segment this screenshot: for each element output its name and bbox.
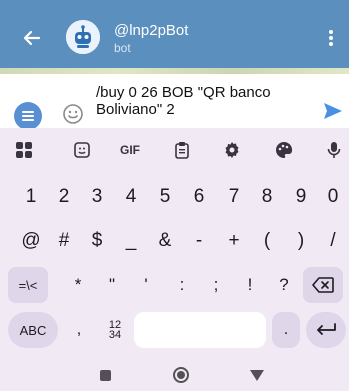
key-dollar[interactable]: $ <box>82 222 112 260</box>
abc-key[interactable]: ABC <box>8 312 58 348</box>
emoji-icon[interactable] <box>62 103 84 125</box>
key-1[interactable]: 1 <box>16 178 46 216</box>
key-single-quote[interactable]: ' <box>131 266 161 304</box>
key-slash[interactable]: / <box>318 222 348 260</box>
key-6[interactable]: 6 <box>184 178 214 216</box>
key-exclamation[interactable]: ! <box>235 266 265 304</box>
key-at[interactable]: @ <box>16 222 46 260</box>
more-symbols-key[interactable]: =\< <box>8 267 48 303</box>
gif-button[interactable]: GIF <box>118 138 142 162</box>
key-hash[interactable]: # <box>49 222 79 260</box>
home-icon-center <box>177 371 185 379</box>
key-close-paren[interactable]: ) <box>286 222 316 260</box>
backspace-icon[interactable] <box>303 267 343 303</box>
key-2[interactable]: 2 <box>49 178 79 216</box>
menu-icon[interactable] <box>14 102 42 130</box>
message-input[interactable]: /buy 0 26 BOB "QR banco Boliviano" 2 <box>96 84 316 118</box>
key-colon[interactable]: : <box>167 266 197 304</box>
gear-icon[interactable] <box>220 138 244 162</box>
recents-icon[interactable] <box>100 370 111 381</box>
key-asterisk[interactable]: * <box>63 266 93 304</box>
more-vert-icon[interactable] <box>326 28 336 48</box>
key-0[interactable]: 0 <box>318 178 348 216</box>
arrow-left-icon[interactable] <box>20 26 44 50</box>
key-underscore[interactable]: _ <box>116 222 146 260</box>
key-minus[interactable]: - <box>184 222 214 260</box>
key-ampersand[interactable]: & <box>150 222 180 260</box>
key-4[interactable]: 4 <box>116 178 146 216</box>
key-open-paren[interactable]: ( <box>252 222 282 260</box>
apps-grid-icon[interactable] <box>12 138 36 162</box>
chat-subtitle: bot <box>114 41 131 55</box>
key-9[interactable]: 9 <box>286 178 316 216</box>
key-semicolon[interactable]: ; <box>201 266 231 304</box>
key-7[interactable]: 7 <box>219 178 249 216</box>
chat-title[interactable]: @lnp2pBot <box>114 22 188 39</box>
enter-icon[interactable] <box>306 312 346 348</box>
key-double-quote[interactable]: " <box>97 266 127 304</box>
send-icon[interactable] <box>322 100 344 122</box>
palette-icon[interactable] <box>272 138 296 162</box>
space-key[interactable] <box>134 312 266 348</box>
key-comma[interactable]: , <box>64 312 94 348</box>
key-5[interactable]: 5 <box>150 178 180 216</box>
microphone-icon[interactable] <box>322 138 346 162</box>
nav-back-icon[interactable] <box>250 370 264 381</box>
key-plus[interactable]: + <box>219 222 249 260</box>
key-8[interactable]: 8 <box>252 178 282 216</box>
key-question[interactable]: ? <box>269 266 299 304</box>
key-period[interactable]: . <box>272 312 300 348</box>
sticker-icon[interactable] <box>70 138 94 162</box>
clipboard-icon[interactable] <box>170 138 194 162</box>
numpad-key[interactable]: 12 34 <box>100 312 130 348</box>
numpad-label-bottom: 34 <box>108 329 122 341</box>
key-3[interactable]: 3 <box>82 178 112 216</box>
bot-avatar[interactable] <box>66 20 100 54</box>
